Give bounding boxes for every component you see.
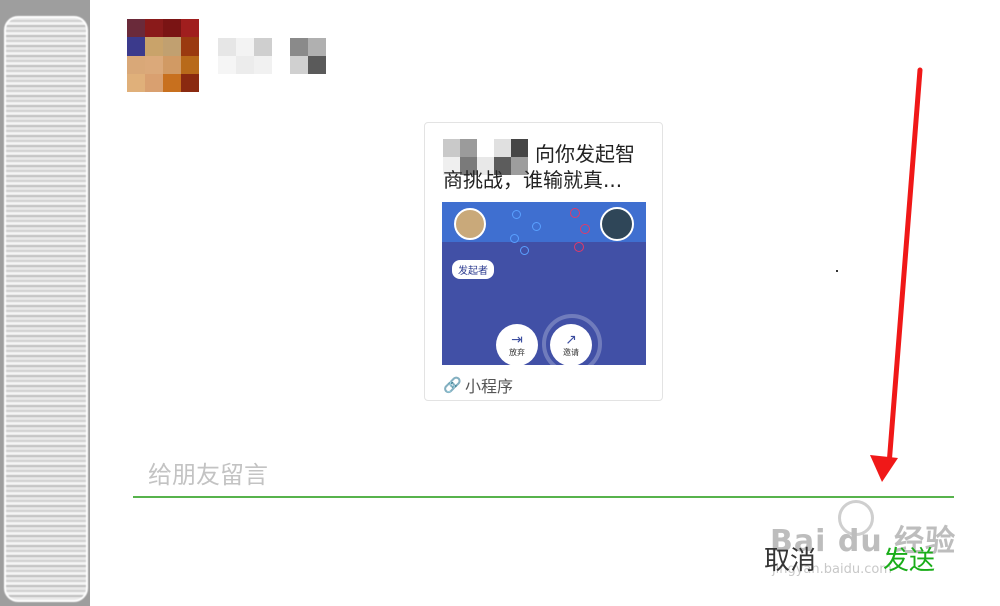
arrow-head bbox=[870, 455, 898, 482]
red-arrow-annotation bbox=[870, 67, 923, 482]
arrow-shaft bbox=[886, 67, 923, 468]
